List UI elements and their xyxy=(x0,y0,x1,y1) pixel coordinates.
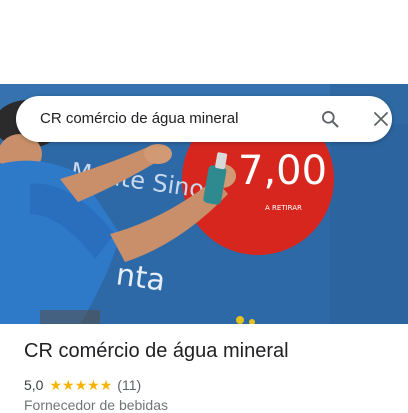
sign-price: 7,00 xyxy=(238,148,327,194)
star-icon: ★ xyxy=(62,377,75,393)
sign-small-text: A RETIRAR xyxy=(265,204,302,212)
search-input[interactable]: CR comércio de água mineral xyxy=(40,96,238,142)
star-icon: ★ xyxy=(99,377,113,393)
review-count[interactable]: (11) xyxy=(117,377,141,393)
search-icon[interactable] xyxy=(318,107,342,131)
rating-value: 5,0 xyxy=(24,377,44,393)
star-icon: ★ xyxy=(49,377,63,393)
place-category[interactable]: Fornecedor de bebidas xyxy=(24,397,168,413)
star-icon: ★ xyxy=(74,377,88,393)
search-bar[interactable]: CR comércio de água mineral xyxy=(16,96,392,142)
star-icon: ★ xyxy=(87,377,100,393)
wall-text-2: nta xyxy=(114,257,168,299)
rating-stars: ★ ★ ★ ★ ★ xyxy=(49,378,112,392)
place-title: CR comércio de água mineral xyxy=(24,340,289,362)
top-blank-area xyxy=(0,0,408,84)
rating-row[interactable]: 5,0 ★ ★ ★ ★ ★ (11) xyxy=(24,376,141,394)
close-icon[interactable] xyxy=(369,107,393,131)
